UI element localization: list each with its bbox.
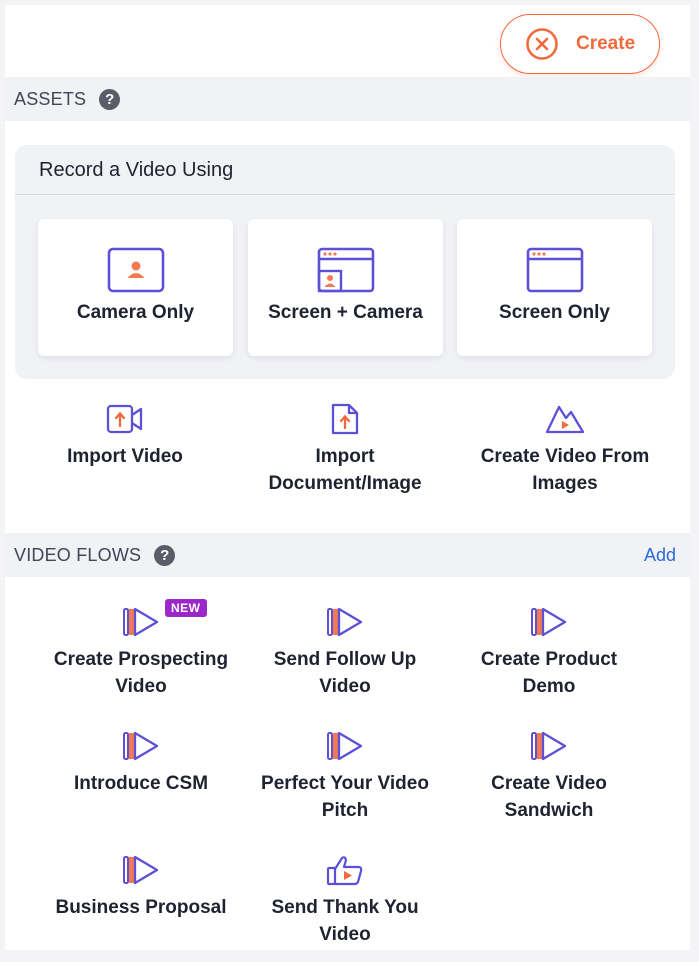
import-document-icon — [331, 403, 359, 435]
import-document-label: Import Document/Image — [268, 446, 422, 494]
flow-create-product-demo[interactable]: Create Product Demo — [444, 606, 654, 700]
video-flow-icon — [123, 855, 159, 885]
assets-title: ASSETS — [14, 88, 87, 109]
flow-label: Create Product Demo — [480, 649, 618, 697]
record-title: Record a Video Using — [39, 159, 234, 181]
import-video-label: Import Video — [67, 446, 183, 467]
video-flow-icon — [327, 731, 363, 761]
screen-only-button[interactable]: Screen Only — [457, 219, 652, 356]
help-icon[interactable]: ? — [154, 544, 176, 566]
add-flow-link[interactable]: Add — [644, 545, 676, 566]
flow-send-thank-you-video[interactable]: Send Thank You Video — [240, 854, 450, 948]
video-flow-icon — [327, 607, 363, 637]
video-flow-icon — [123, 731, 159, 761]
video-flow-icon — [531, 607, 567, 637]
flow-label: Perfect Your Video Pitch — [261, 773, 429, 821]
import-video-button[interactable]: Import Video — [20, 403, 230, 470]
flow-label: Introduce CSM — [73, 773, 209, 794]
close-circle-icon — [526, 28, 558, 60]
top-bar: Create — [5, 5, 690, 77]
flow-label: Send Thank You Video — [271, 897, 419, 945]
create-button-label: Create — [576, 33, 636, 54]
video-flow-icon — [123, 607, 159, 637]
video-flows-section-header: VIDEO FLOWS ? Add — [5, 533, 690, 577]
flow-perfect-your-video-pitch[interactable]: Perfect Your Video Pitch — [240, 730, 450, 824]
new-badge: NEW — [165, 599, 207, 617]
assets-panel: Create ASSETS ? Record a Video Using Cam… — [5, 5, 690, 950]
camera-only-label: Camera Only — [76, 302, 195, 323]
screen-camera-icon — [317, 247, 374, 293]
flow-label: Business Proposal — [55, 897, 227, 918]
help-icon[interactable]: ? — [99, 88, 121, 110]
bottom-edge — [0, 950, 699, 962]
flow-label: Create Video Sandwich — [491, 773, 607, 821]
create-video-from-images-button[interactable]: Create Video From Images — [460, 403, 670, 497]
flow-introduce-csm[interactable]: Introduce CSM — [36, 730, 246, 797]
video-flows-title: VIDEO FLOWS — [14, 544, 142, 565]
flow-send-follow-up-video[interactable]: Send Follow Up Video — [240, 606, 450, 700]
video-flow-icon — [531, 731, 567, 761]
flow-create-prospecting-video[interactable]: Create Prospecting Video — [36, 606, 246, 700]
screen-icon — [526, 247, 583, 293]
screen-camera-label: Screen + Camera — [268, 302, 423, 323]
flow-label: Create Prospecting Video — [53, 649, 229, 697]
flow-create-video-sandwich[interactable]: Create Video Sandwich — [444, 730, 654, 824]
assets-section-header: ASSETS ? — [5, 77, 690, 121]
images-icon — [545, 405, 585, 434]
record-video-box: Record a Video Using Camera Only Screen … — [15, 145, 675, 379]
thumbs-up-video-icon — [326, 856, 363, 886]
camera-only-button[interactable]: Camera Only — [38, 219, 233, 356]
flow-label: Send Follow Up Video — [273, 649, 417, 697]
create-video-from-images-label: Create Video From Images — [480, 446, 650, 494]
import-document-button[interactable]: Import Document/Image — [240, 403, 450, 497]
import-video-icon — [106, 404, 143, 434]
divider — [15, 194, 675, 195]
flow-business-proposal[interactable]: Business Proposal — [36, 854, 246, 921]
camera-icon — [107, 247, 164, 293]
screen-camera-button[interactable]: Screen + Camera — [248, 219, 443, 356]
create-button[interactable]: Create — [500, 14, 660, 74]
screen-only-label: Screen Only — [499, 302, 610, 323]
